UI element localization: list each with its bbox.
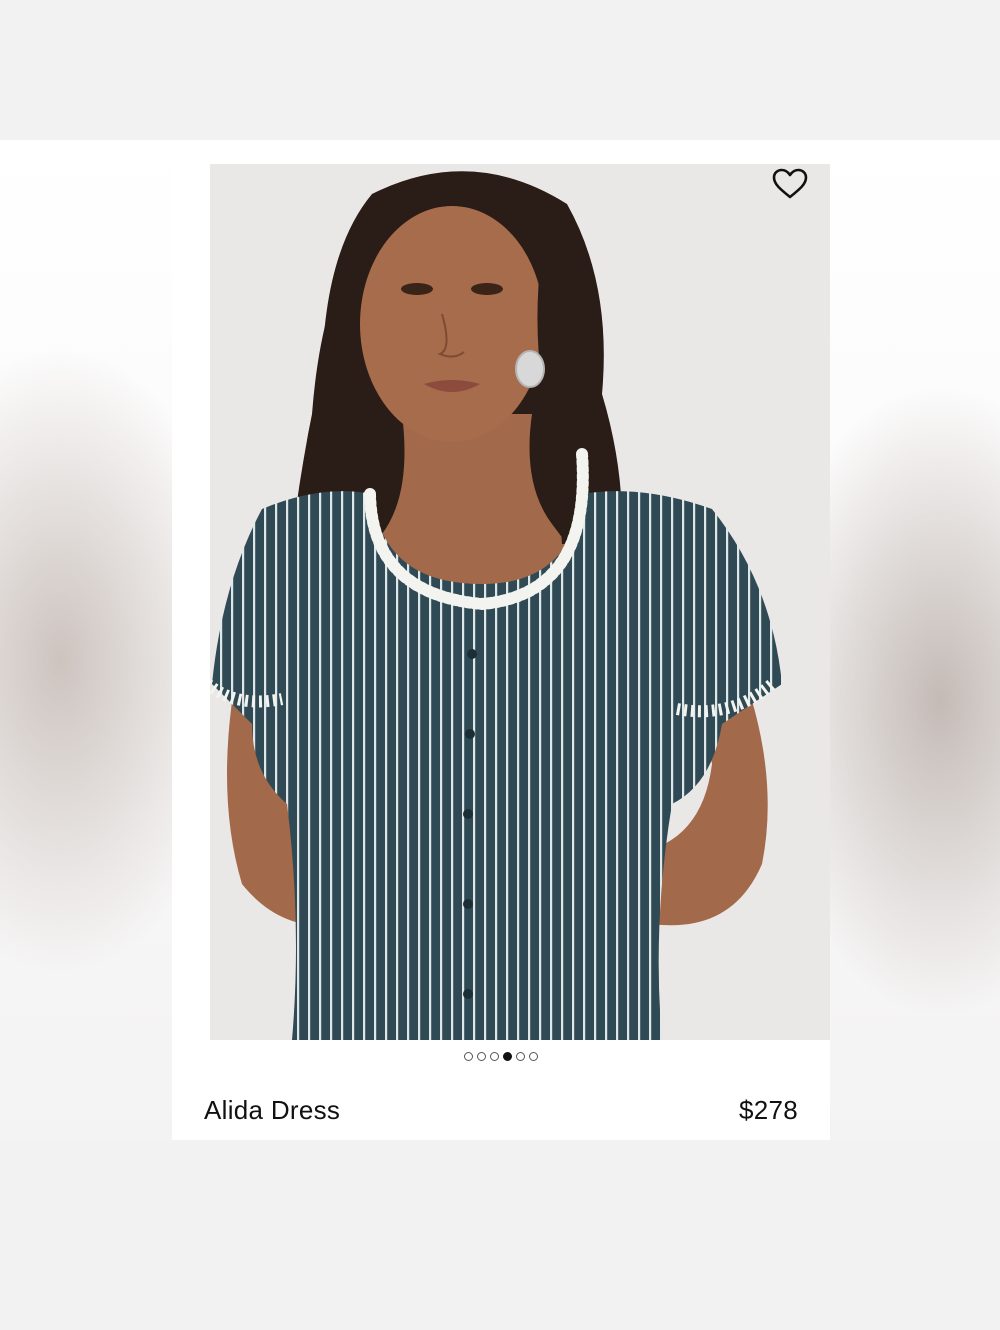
heart-outline-icon: [772, 168, 808, 199]
product-image[interactable]: [172, 164, 830, 1040]
product-card[interactable]: Alida Dress $278: [172, 140, 830, 1140]
image-edge: [172, 164, 210, 1040]
model-illustration: [172, 164, 830, 1040]
carousel-dot-active[interactable]: [503, 1052, 512, 1061]
carousel-dot[interactable]: [464, 1052, 473, 1061]
carousel-dot[interactable]: [529, 1052, 538, 1061]
carousel-dot[interactable]: [516, 1052, 525, 1061]
product-name[interactable]: Alida Dress: [204, 1095, 340, 1126]
product-price: $278: [738, 1095, 798, 1125]
carousel-dot[interactable]: [477, 1052, 486, 1061]
carousel-indicator: [172, 1052, 830, 1061]
favorite-button[interactable]: [766, 160, 814, 208]
carousel-dot[interactable]: [490, 1052, 499, 1061]
